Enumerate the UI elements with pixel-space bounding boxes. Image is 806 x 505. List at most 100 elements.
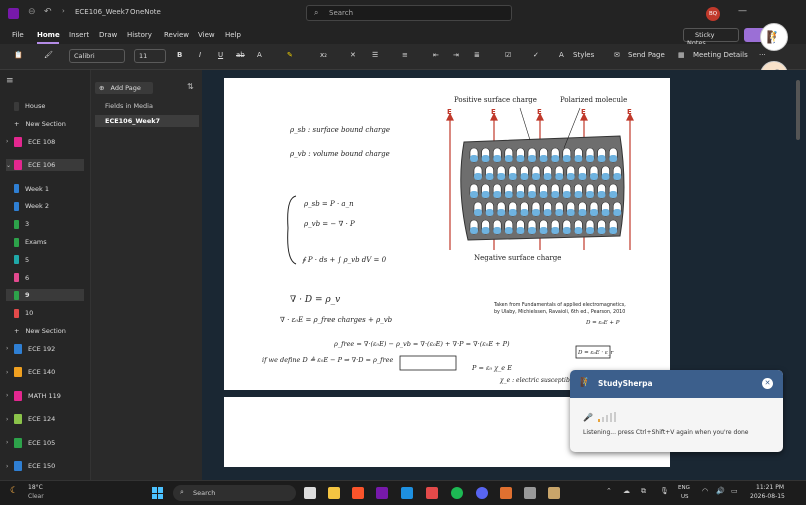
notebook-item[interactable]: ⌄ ECE 106 bbox=[6, 159, 84, 172]
note-line-12: D = ε₀E + P bbox=[585, 320, 620, 326]
molecule-negative-end bbox=[551, 191, 560, 198]
meeting-icon[interactable]: ▦ bbox=[678, 51, 685, 59]
notebook-item[interactable]: › ECE 192 bbox=[6, 343, 84, 355]
sherpa-avatar-button[interactable]: 🧗 bbox=[760, 23, 788, 51]
align-icon[interactable]: ≣ bbox=[474, 51, 480, 59]
numbering-icon[interactable]: ≡ bbox=[402, 51, 408, 59]
strikethrough-button[interactable]: ab bbox=[236, 51, 245, 59]
new-section-button[interactable]: + New Section bbox=[6, 118, 84, 130]
menu-help[interactable]: Help bbox=[225, 31, 241, 39]
page-item-selected[interactable]: ECE106_Week7 bbox=[95, 115, 199, 127]
menu-home[interactable]: Home bbox=[37, 31, 60, 39]
notebook-item[interactable]: › ECE 140 bbox=[6, 366, 84, 378]
spotify-icon[interactable] bbox=[451, 487, 463, 499]
format-painter-icon[interactable]: 🖌 bbox=[44, 51, 53, 59]
bold-button[interactable]: B bbox=[177, 51, 182, 59]
notebook-item[interactable]: › MATH 119 bbox=[6, 390, 84, 402]
scrollbar[interactable] bbox=[796, 80, 800, 140]
taskview-icon[interactable] bbox=[304, 487, 316, 499]
undo-icon[interactable]: ↶ bbox=[44, 7, 52, 17]
todo-icon[interactable]: ✓ bbox=[533, 51, 539, 59]
studysherpa-popup: 🧗 StudySherpa ✕ 🎤 Listening... press Ctr… bbox=[570, 370, 783, 452]
send-page-button[interactable]: Send Page bbox=[628, 51, 665, 59]
section-item[interactable]: 6 bbox=[6, 272, 84, 284]
menu-draw[interactable]: Draw bbox=[99, 31, 117, 39]
notebook-item[interactable]: › ECE 124 bbox=[6, 413, 84, 425]
onenote-taskbar-icon[interactable] bbox=[376, 487, 388, 499]
new-section-button[interactable]: + New Section bbox=[6, 325, 84, 337]
brave-icon[interactable] bbox=[352, 487, 364, 499]
lang-2[interactable]: US bbox=[681, 494, 689, 500]
note-page[interactable]: ρ_sb : surface bound charge ρ_vb : volum… bbox=[224, 78, 670, 390]
add-page-button[interactable]: ⊕ Add Page bbox=[95, 82, 153, 94]
styles-button[interactable]: Styles bbox=[573, 51, 594, 59]
notebook-icon bbox=[14, 414, 22, 425]
hamburger-icon[interactable]: ≡ bbox=[6, 76, 14, 86]
indent-icon[interactable]: ⇥ bbox=[453, 51, 459, 59]
clear-format-icon[interactable]: ✕ bbox=[350, 51, 356, 59]
menu-history[interactable]: History bbox=[127, 31, 152, 39]
tag-icon[interactable]: ☑ bbox=[505, 51, 511, 59]
meeting-details-button[interactable]: Meeting Details bbox=[693, 51, 748, 59]
tray-icon-2[interactable]: ⧉ bbox=[641, 487, 646, 496]
send-page-icon[interactable]: ✉ bbox=[614, 51, 620, 59]
lang-1[interactable]: ENG bbox=[678, 485, 690, 491]
section-item[interactable]: House bbox=[6, 100, 84, 112]
vscode-icon[interactable] bbox=[401, 487, 413, 499]
section-item[interactable]: 3 bbox=[6, 218, 84, 230]
sherpa-taskbar-icon[interactable] bbox=[548, 487, 560, 499]
app-icon-2[interactable] bbox=[524, 487, 536, 499]
section-item[interactable]: Exams bbox=[6, 236, 84, 248]
section-item[interactable]: 9 bbox=[6, 289, 84, 302]
taskbar-search[interactable]: ⌕ Search bbox=[173, 485, 296, 501]
section-label: ECE 105 bbox=[28, 438, 56, 447]
section-item[interactable]: 10 bbox=[6, 307, 84, 319]
app-icon-1[interactable] bbox=[500, 487, 512, 499]
font-select[interactable]: Calibri bbox=[69, 49, 125, 63]
clock-date[interactable]: 2026-08-15 bbox=[750, 493, 785, 500]
section-item[interactable]: 5 bbox=[6, 254, 84, 266]
tray-chevron-icon[interactable]: ⌃ bbox=[606, 487, 612, 495]
italic-button[interactable]: I bbox=[199, 51, 201, 59]
section-item[interactable]: Week 2 bbox=[6, 200, 84, 212]
search-box[interactable]: ⌕ Search bbox=[306, 5, 512, 21]
discord-icon[interactable] bbox=[476, 487, 488, 499]
sort-icon[interactable]: ⇅ bbox=[187, 82, 194, 91]
styles-icon[interactable]: A bbox=[559, 51, 564, 59]
font-color-icon[interactable]: A bbox=[257, 51, 262, 59]
avatar[interactable]: BQ bbox=[706, 7, 720, 21]
menu-review[interactable]: Review bbox=[164, 31, 189, 39]
tray-mic-icon[interactable]: 🎙 bbox=[660, 487, 669, 495]
clock-time[interactable]: 11:21 PM bbox=[756, 484, 784, 491]
notebook-item[interactable]: › ECE 108 bbox=[6, 136, 84, 148]
font-size-select[interactable]: 11 bbox=[134, 49, 166, 63]
paste-icon[interactable]: 📋 bbox=[14, 51, 23, 59]
windows-start-button[interactable] bbox=[152, 487, 164, 499]
popup-close-button[interactable]: ✕ bbox=[762, 378, 773, 389]
volume-icon[interactable]: 🔊 bbox=[716, 487, 725, 495]
tray-icon-1[interactable]: ☁ bbox=[623, 487, 630, 495]
battery-icon[interactable]: ▭ bbox=[731, 487, 738, 495]
menu-insert[interactable]: Insert bbox=[69, 31, 89, 39]
wifi-icon[interactable]: ◠ bbox=[702, 487, 708, 495]
minimize-icon[interactable]: — bbox=[738, 6, 747, 16]
underline-button[interactable]: U bbox=[218, 51, 223, 59]
notebook-item[interactable]: › ECE 150 bbox=[6, 460, 84, 472]
more-icon[interactable]: › bbox=[62, 7, 65, 15]
subscript-icon[interactable]: x₂ bbox=[320, 51, 327, 59]
brave-beta-icon[interactable] bbox=[426, 487, 438, 499]
molecule-negative-end bbox=[470, 155, 478, 162]
ribbon-more-icon[interactable]: ··· bbox=[759, 51, 766, 59]
sticky-notes-button[interactable]: Sticky Notes bbox=[683, 28, 739, 47]
section-item[interactable]: Week 1 bbox=[6, 183, 84, 195]
page-item[interactable]: Fields in Media bbox=[95, 100, 199, 112]
notebook-item[interactable]: › ECE 105 bbox=[6, 437, 84, 449]
menu-view[interactable]: View bbox=[198, 31, 215, 39]
note-line-9: if we define D ≜ ε₀E − P ⇒ ∇·D = ρ_free bbox=[262, 356, 393, 364]
highlight-icon[interactable]: ✎ bbox=[287, 51, 293, 59]
menu-file[interactable]: File bbox=[12, 31, 24, 39]
back-icon[interactable]: ⊖ bbox=[28, 7, 36, 17]
file-explorer-icon[interactable] bbox=[328, 487, 340, 499]
outdent-icon[interactable]: ⇤ bbox=[433, 51, 439, 59]
bullets-icon[interactable]: ☰ bbox=[372, 51, 378, 59]
